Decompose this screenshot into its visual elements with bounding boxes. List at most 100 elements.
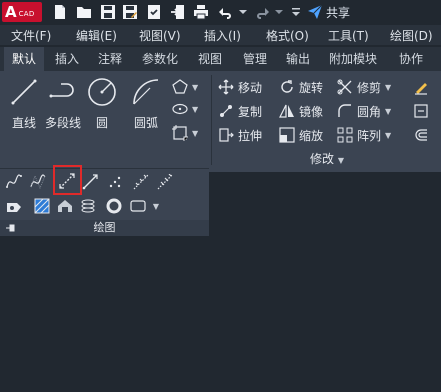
tab-view[interactable]: 视图: [191, 47, 229, 71]
wipeout-button[interactable]: [128, 196, 148, 216]
menu-draw[interactable]: 绘图(D): [390, 27, 433, 44]
save-as-icon[interactable]: [120, 2, 140, 22]
eraser-icon: [415, 83, 427, 95]
import-icon[interactable]: [168, 2, 188, 22]
mirror-button[interactable]: 镜像: [279, 101, 323, 121]
web-save-icon[interactable]: [144, 2, 164, 22]
tab-parametric[interactable]: 参数化: [134, 47, 186, 71]
undo-dropdown-icon[interactable]: [233, 2, 253, 22]
save-icon[interactable]: [98, 2, 118, 22]
menu-view[interactable]: 视图(V): [139, 27, 181, 44]
tab-annotate[interactable]: 注释: [91, 47, 129, 71]
chevron-down-icon: ▼: [385, 82, 392, 92]
rotate-label: 旋转: [299, 80, 324, 95]
explode-button[interactable]: [413, 101, 429, 121]
erase-button[interactable]: [413, 77, 429, 97]
fillet-button[interactable]: 圆角 ▼: [337, 101, 391, 121]
ray-icon: [82, 174, 98, 190]
circle-dropdown: 圆: [86, 114, 118, 131]
wipeout-dropdown[interactable]: ▼: [146, 196, 166, 216]
menu-bar: 文件(F) 编辑(E) 视图(V) 插入(I) 格式(O) 工具(T) 绘图(D…: [0, 25, 441, 45]
rectangle-icon: [172, 125, 188, 141]
arc-label: 圆弧: [133, 116, 158, 130]
region-button[interactable]: [4, 196, 24, 216]
polyline-button[interactable]: 多段线: [43, 76, 83, 131]
print-icon[interactable]: [191, 2, 211, 22]
multiple-points-button[interactable]: [105, 172, 125, 192]
spline-fit-button[interactable]: [4, 172, 24, 192]
menu-edit[interactable]: 编辑(E): [76, 27, 117, 44]
send-icon: [308, 4, 323, 19]
explode-icon: [414, 104, 428, 118]
trim-button[interactable]: 修剪 ▼: [337, 77, 391, 97]
ribbon-tab-bar: 默认 插入 注释 参数化 视图 管理 输出 附加模块 协作: [0, 47, 441, 71]
donut-button[interactable]: [104, 196, 124, 216]
chevron-down-icon: ▼: [152, 201, 160, 211]
rotate-button[interactable]: 旋转: [279, 77, 323, 97]
gradient-button[interactable]: [55, 196, 75, 216]
tab-default[interactable]: 默认: [4, 47, 44, 71]
tab-addins[interactable]: 附加模块: [322, 47, 384, 71]
measure-button[interactable]: [155, 172, 175, 192]
share-button[interactable]: 共享: [307, 2, 350, 22]
divide-icon: [133, 174, 149, 190]
helix-button[interactable]: [78, 196, 98, 216]
tab-collaborate[interactable]: 协作: [392, 47, 430, 71]
hatch-icon: [34, 198, 50, 214]
customize-dropdown-icon[interactable]: [286, 2, 306, 22]
trim-icon: [337, 79, 352, 95]
menu-tools[interactable]: 工具(T): [328, 27, 369, 44]
fillet-icon: [338, 104, 351, 117]
array-label: 阵列: [357, 128, 382, 143]
open-folder-icon[interactable]: [74, 2, 94, 22]
tab-insert[interactable]: 插入: [48, 47, 86, 71]
region-icon: [7, 203, 21, 212]
chevron-down-icon: ▼: [337, 156, 344, 165]
polygon-icon: [172, 79, 188, 94]
scale-label: 缩放: [299, 128, 324, 143]
gradient-icon: [58, 200, 72, 212]
menu-format[interactable]: 格式(O): [266, 27, 309, 44]
tab-manage[interactable]: 管理: [236, 47, 274, 71]
line-button[interactable]: 直线: [6, 76, 42, 131]
logo-letter: A: [5, 3, 17, 21]
circle-button[interactable]: 圆: [86, 76, 118, 131]
donut-icon: [106, 198, 122, 214]
move-label: 移动: [238, 80, 263, 95]
scale-icon: [279, 127, 295, 143]
stretch-button[interactable]: 拉伸: [218, 125, 262, 145]
array-icon: [337, 127, 353, 143]
share-label: 共享: [326, 5, 351, 20]
new-file-icon[interactable]: [50, 2, 70, 22]
ray-button[interactable]: [80, 172, 100, 192]
helix-icon: [81, 199, 95, 213]
rectangle-button[interactable]: ▼: [172, 123, 198, 143]
array-button[interactable]: 阵列 ▼: [337, 125, 391, 145]
move-button[interactable]: 移动: [218, 77, 262, 97]
offset-button[interactable]: [413, 125, 429, 145]
modify-panel-title[interactable]: 修改 ▼: [214, 150, 440, 168]
app-logo[interactable]: A CAD: [2, 2, 42, 22]
group-separator: [211, 75, 212, 165]
polyline-icon: [49, 83, 74, 98]
copy-button[interactable]: 复制: [218, 101, 262, 121]
copy-icon: [220, 105, 232, 117]
chevron-down-icon: ▼: [192, 82, 199, 92]
ray-highlight-frame: [53, 165, 82, 195]
draw-panel-title[interactable]: 绘图: [0, 220, 209, 236]
chevron-down-icon: ▼: [385, 106, 392, 116]
polygon-button[interactable]: ▼: [172, 77, 198, 97]
menu-insert[interactable]: 插入(I): [204, 27, 241, 44]
divide-button[interactable]: [131, 172, 151, 192]
ellipse-icon: [172, 103, 188, 115]
spline-cv-icon: [30, 174, 46, 190]
ellipse-button[interactable]: ▼: [172, 99, 198, 119]
hatch-button[interactable]: [32, 196, 52, 216]
menu-file[interactable]: 文件(F): [11, 27, 51, 44]
polyline-label: 多段线: [44, 116, 81, 130]
tab-output[interactable]: 输出: [279, 47, 317, 71]
arc-button[interactable]: 圆弧: [126, 76, 166, 131]
spline-cv-button[interactable]: [28, 172, 48, 192]
scale-button[interactable]: 缩放: [279, 125, 323, 145]
circle-label: 圆: [95, 116, 108, 130]
